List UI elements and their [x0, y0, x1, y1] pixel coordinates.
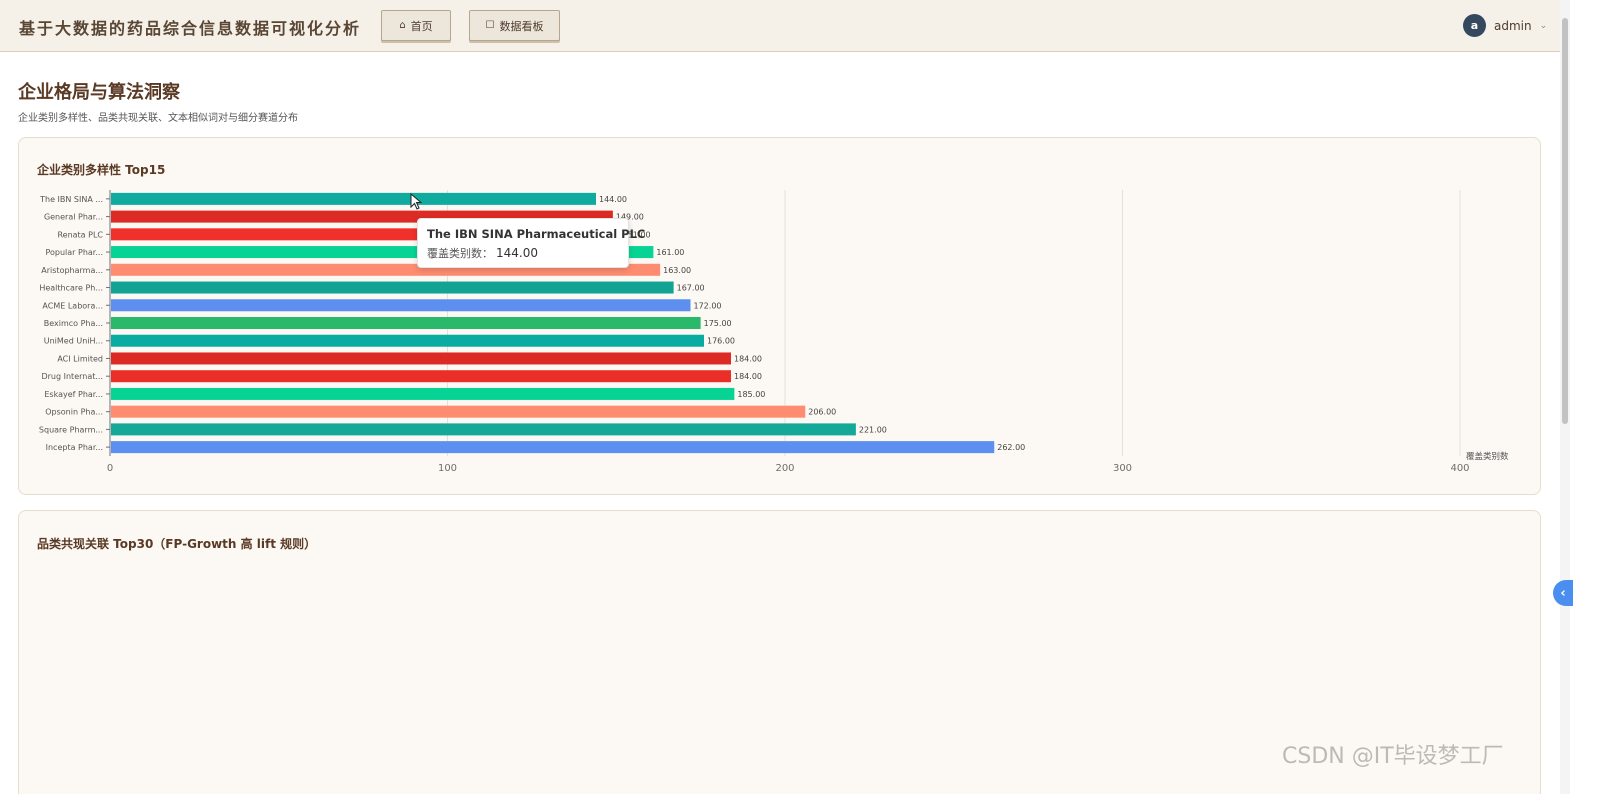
bar-value-label: 221.00	[859, 425, 887, 434]
collapse-side-button[interactable]: ‹	[1553, 580, 1573, 606]
bar	[111, 352, 731, 365]
y-tick-label: UniMed UniH...	[44, 337, 103, 346]
bar-value-label: 262.00	[997, 443, 1025, 452]
y-tick-label: Aristopharma...	[41, 266, 103, 275]
bar	[111, 192, 596, 205]
y-tick-label: General Phar...	[44, 213, 103, 222]
bar-value-label: 163.00	[663, 266, 691, 275]
bar	[111, 370, 731, 383]
y-tick-label: Incepta Phar...	[46, 443, 103, 452]
y-tick-label: Renata PLC	[57, 230, 103, 239]
bar-value-label: 167.00	[677, 284, 705, 293]
bar-value-label: 172.00	[694, 301, 722, 310]
y-tick-label: Healthcare Ph...	[39, 284, 103, 293]
bar-value-label: 144.00	[599, 195, 627, 204]
x-tick-label: 200	[775, 463, 794, 474]
bar-value-label: 184.00	[734, 372, 762, 381]
y-tick-label: Eskayef Phar...	[44, 390, 103, 399]
bar	[111, 441, 995, 454]
diversity-bar-chart: 0 100 200 300 400 The IBN SINA ... 144.00 Gener…	[39, 190, 1509, 474]
x-tick-label: 100	[438, 463, 457, 474]
chevron-left-icon: ‹	[1560, 585, 1566, 601]
bar-value-label: 176.00	[707, 337, 735, 346]
tooltip-label: 覆盖类别数：	[427, 247, 493, 260]
tooltip-title: The IBN SINA Pharmaceutical PLC	[427, 227, 646, 241]
x-tick-label: 300	[1113, 463, 1132, 474]
tooltip-line: 覆盖类别数： 144.00	[427, 245, 619, 261]
bar-value-label: 184.00	[734, 354, 762, 363]
bar	[111, 334, 704, 347]
bar	[111, 299, 691, 312]
x-axis-label: 覆盖类别数	[1466, 451, 1509, 462]
y-tick-label: Square Pharm...	[39, 425, 103, 434]
watermark: CSDN @IT毕设梦工厂	[1282, 744, 1504, 769]
bar	[111, 405, 806, 418]
bar	[111, 317, 701, 329]
bar	[111, 423, 856, 436]
x-tick-label: 0	[107, 463, 113, 474]
bar-value-label: 185.00	[737, 390, 765, 399]
bar-value-label: 206.00	[808, 408, 836, 417]
y-tick-label: Popular Phar...	[45, 248, 103, 257]
y-tick-label: The IBN SINA ...	[39, 195, 103, 204]
bar	[111, 281, 674, 294]
tooltip-value: 144.00	[496, 246, 538, 260]
chart-tooltip: The IBN SINA Pharmaceutical PLC 覆盖类别数： 14…	[417, 218, 646, 268]
scrollbar-thumb[interactable]	[1562, 18, 1568, 424]
x-tick-label: 400	[1450, 463, 1469, 474]
bar	[111, 387, 735, 400]
bar-value-label: 175.00	[704, 319, 732, 328]
y-tick-label: Beximco Pha...	[44, 319, 103, 328]
y-tick-label: Drug Internat...	[41, 372, 103, 381]
mouse-cursor-icon	[410, 193, 422, 210]
y-tick-label: Opsonin Pha...	[45, 408, 103, 417]
y-tick-label: ACI Limited	[57, 354, 103, 363]
y-tick-label: ACME Labora...	[42, 301, 103, 310]
bar-value-label: 161.00	[656, 248, 684, 257]
